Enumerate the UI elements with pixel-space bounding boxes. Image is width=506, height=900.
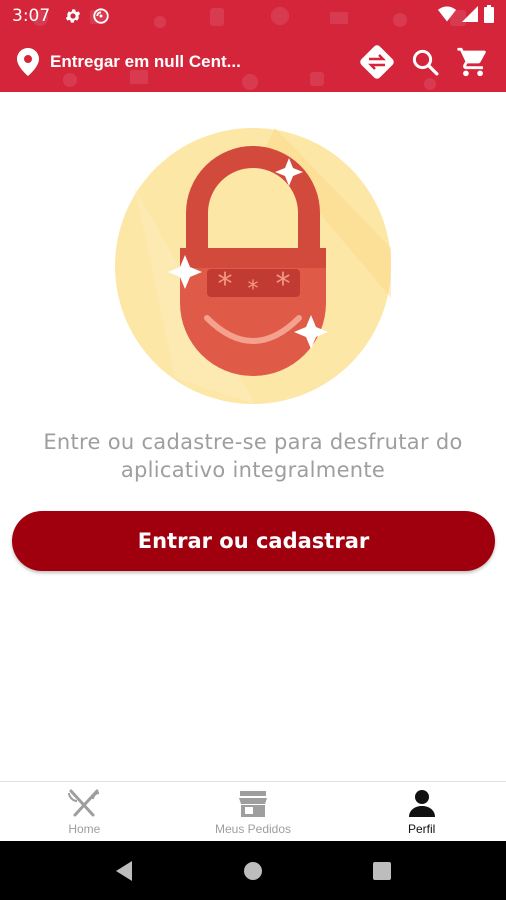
system-nav-bar: [0, 841, 506, 900]
bottom-nav: Home Meus Pedidos Perfil: [0, 781, 506, 841]
app-header: 3:07 Entregar em null Cent...: [0, 0, 506, 92]
status-time: 3:07: [12, 6, 51, 26]
delivery-address[interactable]: Entregar em null Cent...: [50, 52, 350, 72]
home-circle-icon[interactable]: [233, 851, 273, 891]
recents-icon[interactable]: [362, 851, 402, 891]
status-right: [438, 4, 494, 28]
login-message: Entre ou cadastre-se para desfrutar do a…: [43, 430, 463, 482]
status-bar: 3:07: [0, 0, 506, 32]
login-register-button[interactable]: Entrar ou cadastrar: [12, 511, 495, 571]
person-icon: [405, 788, 439, 820]
nav-item-home[interactable]: Home: [0, 782, 169, 841]
no-disturb-icon: [92, 7, 110, 25]
nav-label-home: Home: [68, 821, 101, 836]
toolbar: Entregar em null Cent...: [0, 38, 506, 86]
search-icon[interactable]: [404, 41, 446, 83]
nav-item-profile[interactable]: Perfil: [337, 782, 506, 841]
location-pin-icon: [16, 48, 40, 76]
nav-label-orders: Meus Pedidos: [214, 821, 292, 836]
battery-icon: [484, 4, 494, 28]
swap-icon[interactable]: [356, 41, 398, 83]
nav-label-profile: Perfil: [408, 821, 436, 836]
svg-text:*: *: [276, 267, 291, 302]
svg-text:*: *: [218, 267, 233, 302]
wifi-icon: [438, 6, 456, 27]
gear-icon: [64, 7, 82, 25]
svg-text:*: *: [248, 277, 259, 302]
back-icon[interactable]: [104, 851, 144, 891]
cart-icon[interactable]: [452, 41, 494, 83]
store-icon: [236, 788, 270, 820]
nav-item-orders[interactable]: Meus Pedidos: [169, 782, 338, 841]
lock-illustration: * * *: [115, 128, 391, 404]
signal-icon: [462, 5, 478, 27]
utensils-icon: [67, 788, 101, 820]
